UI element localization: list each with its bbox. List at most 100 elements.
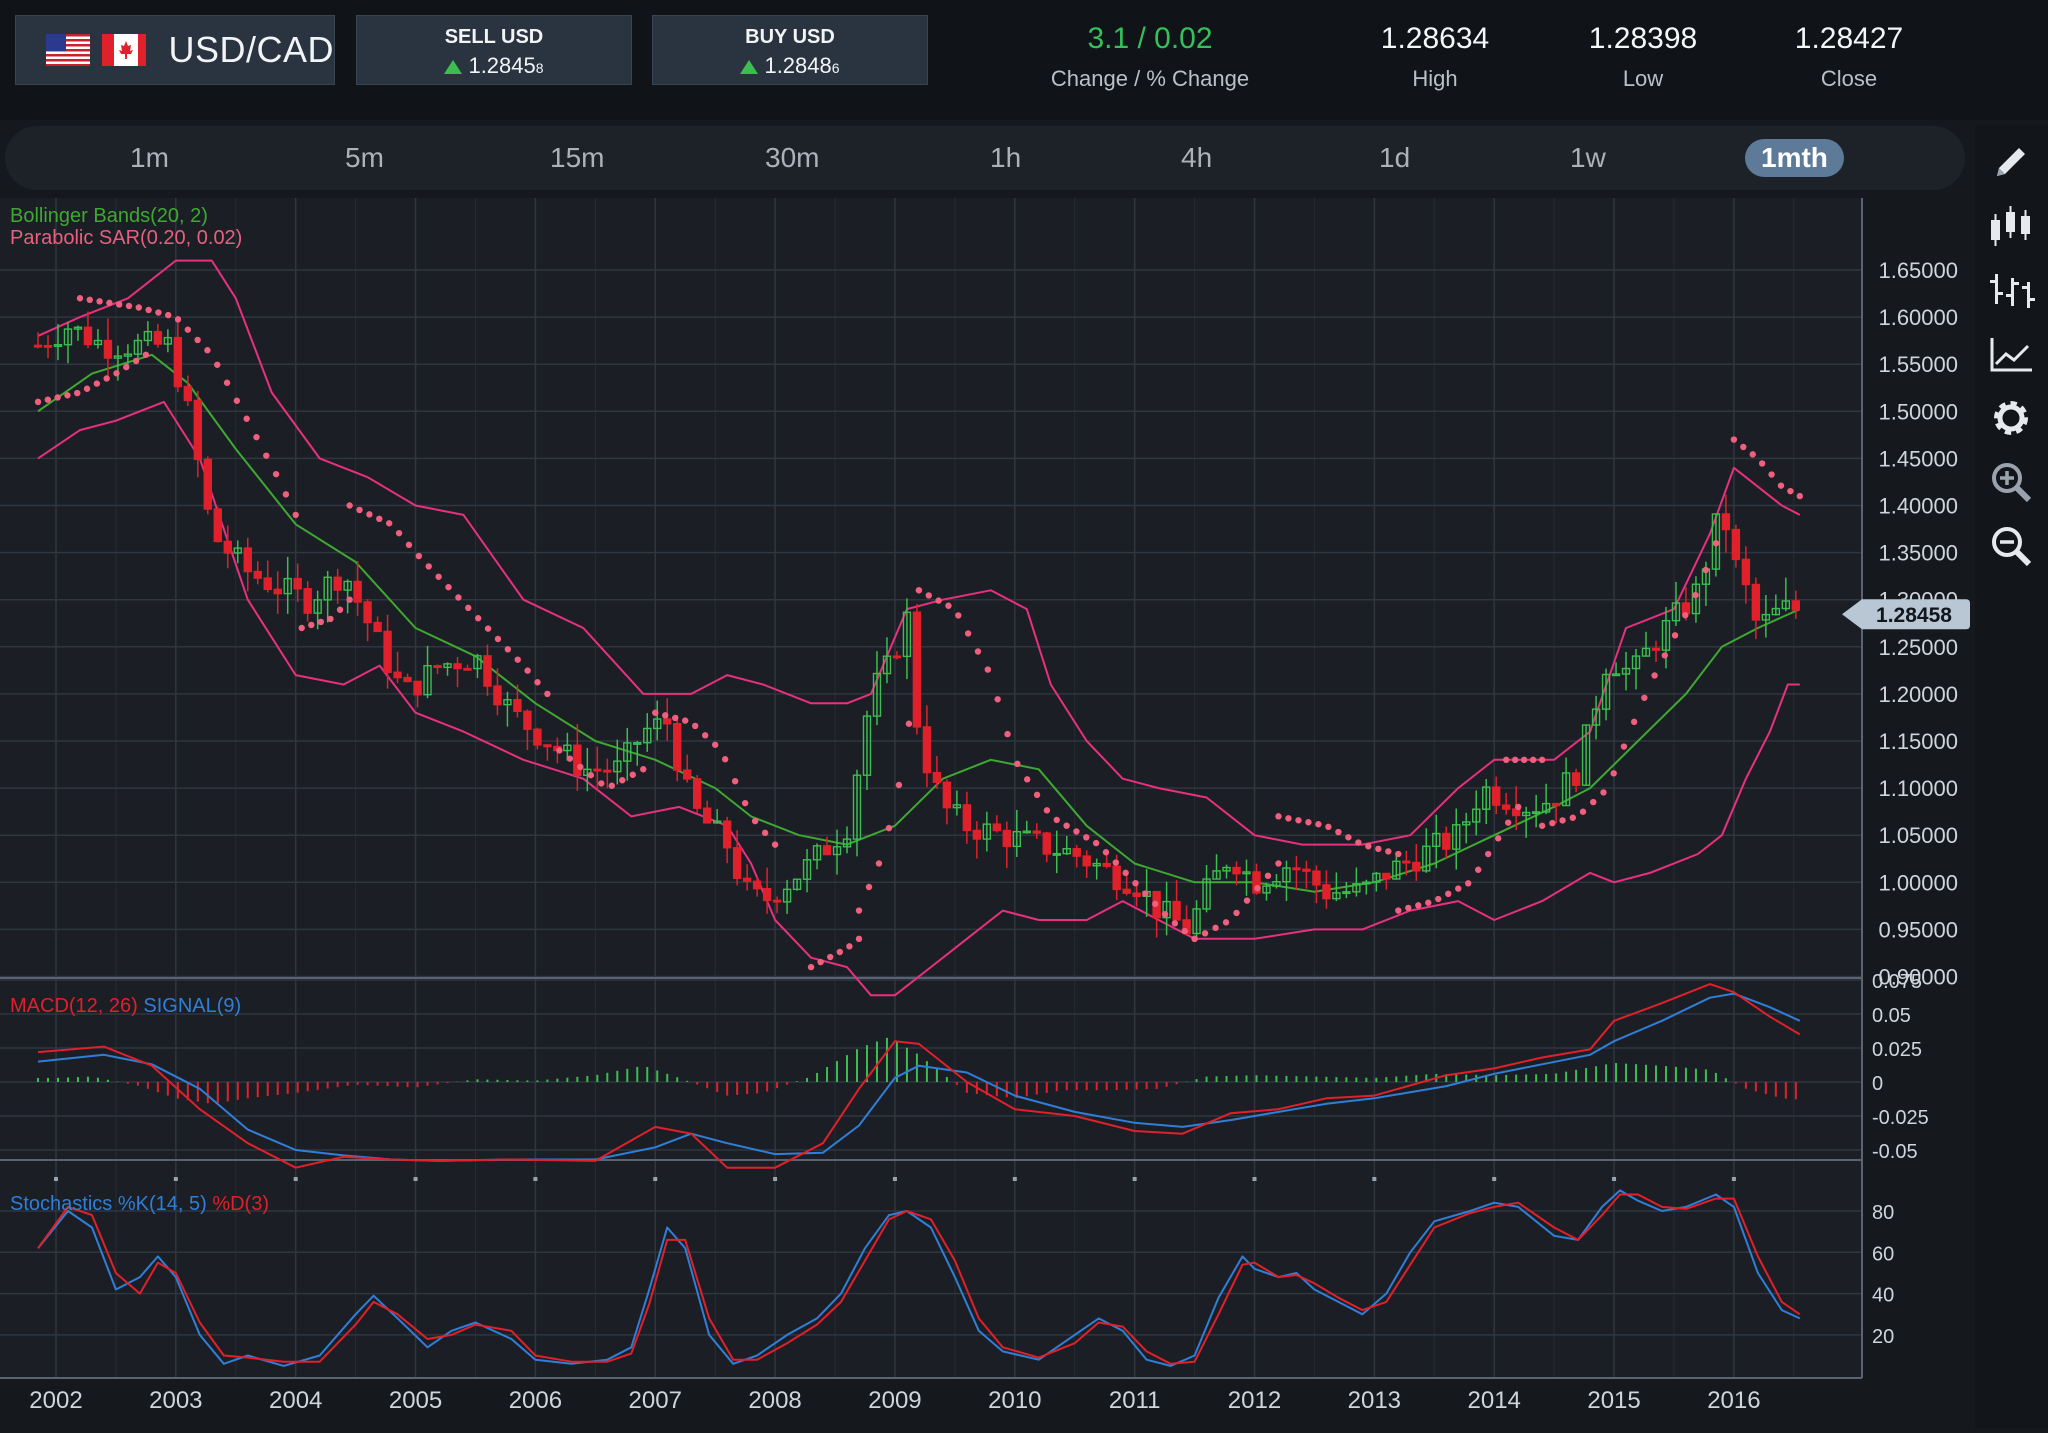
- sar-dot: [465, 604, 472, 612]
- sar-dot: [915, 587, 923, 594]
- time-axis-label: 2003: [149, 1387, 202, 1414]
- sar-dot: [994, 696, 1001, 703]
- sar-dot: [1345, 834, 1352, 841]
- price-axis-label: 1.55000: [1878, 352, 1958, 377]
- timeframe-1d[interactable]: 1d: [1379, 139, 1410, 177]
- timeframe-1w[interactable]: 1w: [1570, 139, 1606, 177]
- sar-dot: [905, 720, 913, 727]
- candle-body: [353, 580, 362, 603]
- sar-dot: [1112, 859, 1120, 866]
- line-chart-icon[interactable]: [1985, 328, 2037, 380]
- candle-body: [33, 344, 43, 348]
- currency-pair-selector[interactable]: USD/CAD: [15, 15, 335, 85]
- zoom-in-icon[interactable]: [1985, 456, 2037, 508]
- timeframe-30m[interactable]: 30m: [765, 139, 819, 177]
- sar-dot: [1243, 897, 1251, 904]
- change-stat: 3.1 / 0.02 Change / % Change: [1030, 22, 1270, 92]
- candle-body: [822, 845, 832, 856]
- sar-dot: [1181, 927, 1188, 935]
- sar-dot: [885, 824, 893, 832]
- timeframe-4h[interactable]: 4h: [1181, 139, 1212, 177]
- candle-body: [413, 680, 422, 696]
- sar-dot: [1425, 899, 1432, 906]
- sar-dot: [672, 714, 679, 722]
- sell-usd-button[interactable]: SELL USD 1.28458: [356, 15, 632, 85]
- change-value: 3.1 / 0.02: [1087, 22, 1213, 55]
- sar-dot: [425, 563, 432, 570]
- sar-dot: [346, 502, 353, 509]
- sar-dot: [298, 624, 305, 632]
- sar-dot: [935, 597, 942, 604]
- panel-tick-marker: [54, 1177, 58, 1181]
- timeframe-bar: 1m 5m 15m 30m 1h 4h 1d 1w 1mth: [5, 126, 1965, 190]
- sar-dot: [566, 755, 574, 762]
- sar-dot: [1651, 672, 1658, 679]
- sar-dot: [308, 621, 315, 629]
- sar-dot: [1063, 822, 1070, 829]
- candle-body: [453, 663, 462, 670]
- sar-dot: [711, 741, 719, 748]
- candle-body: [433, 665, 442, 669]
- zoom-out-icon[interactable]: [1985, 520, 2037, 572]
- sar-dot: [376, 515, 383, 523]
- candle-body: [1312, 870, 1321, 886]
- candle-body: [1032, 830, 1041, 834]
- sar-dot: [619, 777, 626, 784]
- sar-dot: [1014, 760, 1021, 768]
- sar-dot: [272, 470, 280, 478]
- candle-body: [83, 326, 93, 346]
- sar-dot: [1579, 808, 1587, 815]
- candlestick-icon[interactable]: [1985, 200, 2037, 252]
- timeframe-5m[interactable]: 5m: [345, 139, 384, 177]
- sar-dot: [455, 594, 462, 601]
- sar-dot: [1661, 652, 1669, 659]
- sar-dot: [1600, 789, 1607, 796]
- sar-dot: [875, 860, 883, 867]
- pencil-icon[interactable]: [1985, 136, 2037, 188]
- candle-body: [1112, 865, 1121, 891]
- candle-body: [1072, 848, 1081, 857]
- candle-body: [263, 577, 272, 591]
- candle-body: [992, 823, 1002, 832]
- price-axis-label: 1.20000: [1878, 682, 1958, 707]
- sar-dot: [64, 392, 71, 399]
- buy-usd-button[interactable]: BUY USD 1.28486: [652, 15, 928, 85]
- sar-dot: [1569, 814, 1577, 821]
- candle-body: [153, 330, 163, 345]
- sar-dot: [1222, 919, 1230, 926]
- timeframe-1mth[interactable]: 1mth: [1745, 139, 1844, 177]
- us-flag-icon: [46, 34, 91, 66]
- chart-area[interactable]: 1.65000 1.60000 1.55000 1.50000 1.45000 1.400…: [0, 198, 1975, 1428]
- sar-dot: [1335, 828, 1342, 836]
- timeframe-1h[interactable]: 1h: [990, 139, 1021, 177]
- macd-axis-label: 0.075: [1872, 971, 1922, 993]
- candle-body: [922, 726, 932, 774]
- candle-body: [493, 685, 502, 706]
- currency-pair-label: USD/CAD: [168, 29, 334, 70]
- sar-dot: [1285, 815, 1292, 822]
- sar-dot: [194, 336, 201, 344]
- sar-dot: [44, 396, 52, 403]
- sell-price-pip: 8: [535, 60, 544, 76]
- candle-body: [103, 339, 113, 359]
- sar-dot: [1191, 935, 1198, 943]
- candle-body: [1491, 786, 1501, 806]
- candle-body: [1322, 884, 1331, 900]
- sar-dot: [263, 452, 270, 459]
- sar-dot: [682, 717, 689, 724]
- ohlc-bars-icon[interactable]: [1985, 264, 2037, 316]
- sar-dot: [1494, 835, 1502, 842]
- bollinger-legend: Bollinger Bands(20, 2): [10, 205, 208, 227]
- price-chart[interactable]: 1.65000 1.60000 1.55000 1.50000 1.45000 1.400…: [0, 198, 1975, 1428]
- low-stat: 1.28398 Low: [1568, 22, 1718, 92]
- panel-tick-marker: [1132, 1177, 1137, 1181]
- low-label: Low: [1622, 66, 1664, 91]
- chart-toolbar: [1975, 126, 2048, 1428]
- panel-tick-marker: [892, 1177, 897, 1181]
- gear-icon[interactable]: [1985, 392, 2037, 444]
- timeframe-15m[interactable]: 15m: [550, 139, 604, 177]
- time-axis-label: 2007: [629, 1387, 682, 1414]
- sar-dot: [165, 311, 172, 319]
- candle-body: [1721, 513, 1731, 531]
- timeframe-1m[interactable]: 1m: [130, 139, 169, 177]
